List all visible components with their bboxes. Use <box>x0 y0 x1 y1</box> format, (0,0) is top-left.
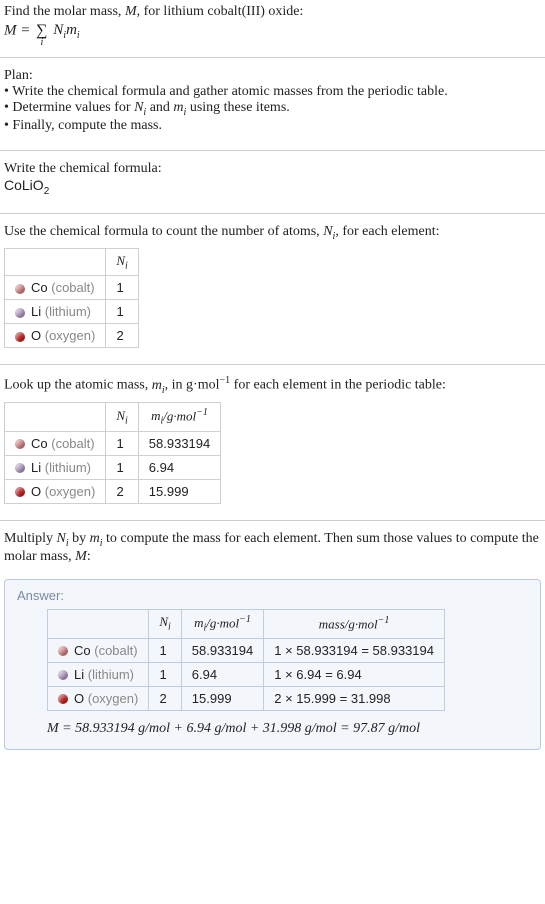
table-row: Co (cobalt) 1 58.933194 1 × 58.933194 = … <box>48 638 445 662</box>
col-mi: mi/g·mol−1 <box>181 609 263 638</box>
mass-cell: 2 × 15.999 = 31.998 <box>264 686 445 710</box>
n-cell: 2 <box>149 686 181 710</box>
col-element <box>5 248 106 276</box>
chem-header: Write the chemical formula: <box>4 161 541 177</box>
table-row: O (oxygen) 2 <box>5 324 139 348</box>
divider <box>0 364 545 365</box>
m-cell: 6.94 <box>138 455 220 479</box>
col-Ni: Ni <box>106 248 138 276</box>
var-Ni: Ni <box>53 22 66 38</box>
plan-bullet-3: • Finally, compute the mass. <box>4 118 541 134</box>
sigma-index: i <box>40 37 43 48</box>
table-row: O (oxygen) 2 15.999 2 × 15.999 = 31.998 <box>48 686 445 710</box>
n-cell: 2 <box>106 479 138 503</box>
table-row: Li (lithium) 1 <box>5 300 139 324</box>
element-dot-icon <box>15 487 25 497</box>
count-header: Use the chemical formula to count the nu… <box>4 224 541 242</box>
plan-header: Plan: <box>4 68 541 84</box>
answer-result: M = 58.933194 g/mol + 6.94 g/mol + 31.99… <box>47 721 528 737</box>
table-row: Co (cobalt) 1 <box>5 276 139 300</box>
mass-cell: 1 × 6.94 = 6.94 <box>264 662 445 686</box>
answer-label: Answer: <box>17 588 528 603</box>
element-cell: Co (cobalt) <box>48 638 149 662</box>
atomic-mass-section: Look up the atomic mass, mi, in g·mol−1 … <box>0 371 545 513</box>
element-dot-icon <box>15 308 25 318</box>
table-header-row: Ni mi/g·mol−1 <box>5 402 221 431</box>
n-cell: 1 <box>106 431 138 455</box>
chemical-formula-section: Write the chemical formula: CoLiO2 <box>0 157 545 207</box>
chemical-formula: CoLiO2 <box>4 177 541 197</box>
element-cell: Li (lithium) <box>5 300 106 324</box>
eq-sign: = <box>17 22 35 38</box>
element-cell: Co (cobalt) <box>5 431 106 455</box>
intro-text-b: , for lithium cobalt(III) oxide: <box>137 4 304 19</box>
plan-bullet-1: • Write the chemical formula and gather … <box>4 84 541 100</box>
plan-section: Plan: • Write the chemical formula and g… <box>0 64 545 144</box>
m-cell: 6.94 <box>181 662 263 686</box>
multiply-text: Multiply Ni by mi to compute the mass fo… <box>4 531 541 565</box>
element-dot-icon <box>15 284 25 294</box>
m-cell: 15.999 <box>138 479 220 503</box>
element-dot-icon <box>15 439 25 449</box>
multiply-section: Multiply Ni by mi to compute the mass fo… <box>0 527 545 575</box>
n-cell: 2 <box>106 324 138 348</box>
n-cell: 1 <box>149 662 181 686</box>
element-dot-icon <box>58 646 68 656</box>
col-element <box>5 402 106 431</box>
lookup-header: Look up the atomic mass, mi, in g·mol−1 … <box>4 375 541 395</box>
table-row: Li (lithium) 1 6.94 <box>5 455 221 479</box>
n-cell: 1 <box>106 276 138 300</box>
element-cell: O (oxygen) <box>5 324 106 348</box>
element-cell: Li (lithium) <box>48 662 149 686</box>
n-cell: 1 <box>149 638 181 662</box>
element-dot-icon <box>58 670 68 680</box>
element-dot-icon <box>15 463 25 473</box>
m-cell: 15.999 <box>181 686 263 710</box>
col-mi: mi/g·mol−1 <box>138 402 220 431</box>
var-mi: mi <box>66 22 80 38</box>
table-row: O (oxygen) 2 15.999 <box>5 479 221 503</box>
plan-bullet-2: • Determine values for Ni and mi using t… <box>4 100 541 118</box>
divider <box>0 150 545 151</box>
element-cell: O (oxygen) <box>5 479 106 503</box>
divider <box>0 520 545 521</box>
intro-section: Find the molar mass, M, for lithium coba… <box>0 0 545 51</box>
molar-mass-formula: M = ∑i Nimi <box>4 22 541 41</box>
element-cell: Li (lithium) <box>5 455 106 479</box>
atom-count-table: Ni Co (cobalt) 1 Li (lithium) 1 O (oxyge… <box>4 248 139 349</box>
sigma-icon: ∑i <box>36 22 47 40</box>
n-cell: 1 <box>106 300 138 324</box>
atomic-mass-table: Ni mi/g·mol−1 Co (cobalt) 1 58.933194 Li… <box>4 402 221 504</box>
divider <box>0 213 545 214</box>
answer-table: Ni mi/g·mol−1 mass/g·mol−1 Co (cobalt) 1… <box>47 609 445 711</box>
n-cell: 1 <box>106 455 138 479</box>
col-mass: mass/g·mol−1 <box>264 609 445 638</box>
col-Ni: Ni <box>149 609 181 638</box>
element-cell: O (oxygen) <box>48 686 149 710</box>
m-cell: 58.933194 <box>181 638 263 662</box>
col-Ni: Ni <box>106 402 138 431</box>
element-dot-icon <box>15 332 25 342</box>
atom-count-section: Use the chemical formula to count the nu… <box>0 220 545 358</box>
table-row: Co (cobalt) 1 58.933194 <box>5 431 221 455</box>
table-row: Li (lithium) 1 6.94 1 × 6.94 = 6.94 <box>48 662 445 686</box>
element-cell: Co (cobalt) <box>5 276 106 300</box>
answer-box: Answer: Ni mi/g·mol−1 mass/g·mol−1 Co (c… <box>4 579 541 750</box>
m-cell: 58.933194 <box>138 431 220 455</box>
intro-line: Find the molar mass, M, for lithium coba… <box>4 4 541 20</box>
intro-text-a: Find the molar mass, <box>4 4 125 19</box>
col-element <box>48 609 149 638</box>
table-header-row: Ni mi/g·mol−1 mass/g·mol−1 <box>48 609 445 638</box>
var-M: M <box>125 4 137 19</box>
var-M-2: M <box>4 22 17 38</box>
mass-cell: 1 × 58.933194 = 58.933194 <box>264 638 445 662</box>
table-header-row: Ni <box>5 248 139 276</box>
divider <box>0 57 545 58</box>
element-dot-icon <box>58 694 68 704</box>
